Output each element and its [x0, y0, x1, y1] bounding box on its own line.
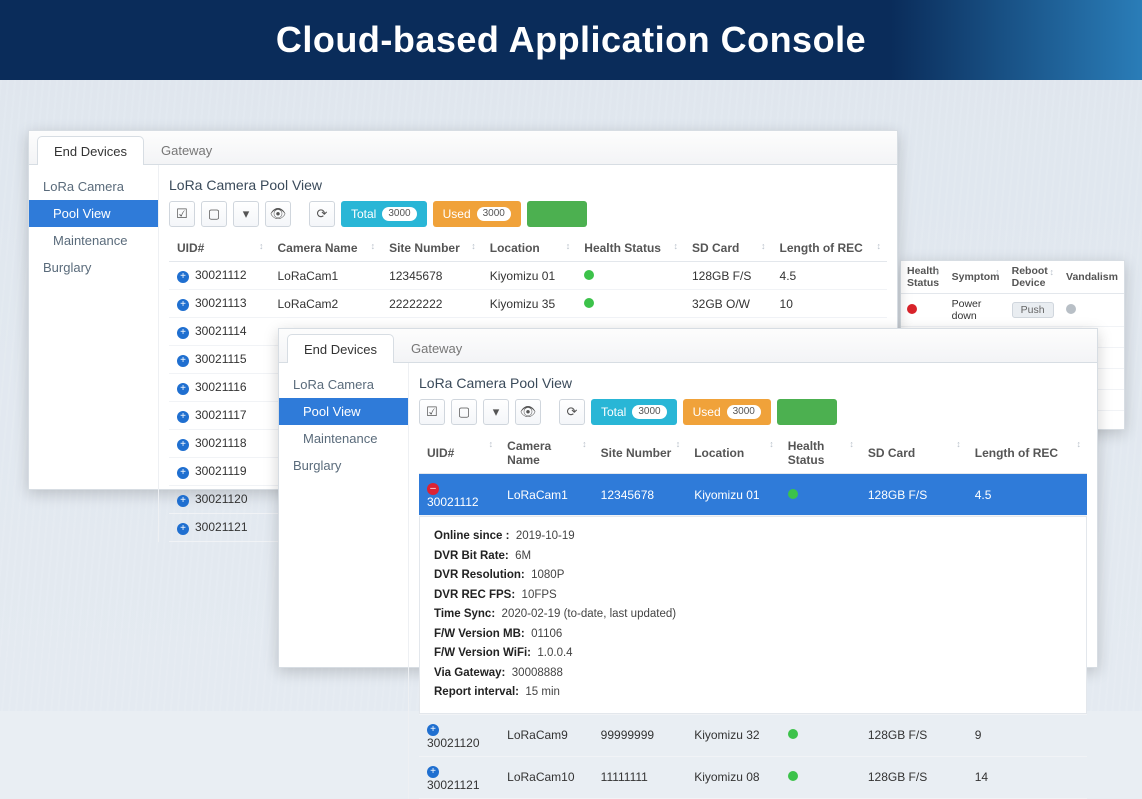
badge-used-front: Used3000: [683, 399, 771, 425]
col-health[interactable]: Health Status↕: [901, 261, 946, 294]
symptom-cell: Power down: [946, 294, 1006, 327]
health-dot-red: [907, 304, 917, 314]
table-row[interactable]: 30021120LoRaCam999999999Kiyomizu 32128GB…: [419, 714, 1087, 756]
select-icon[interactable]: ☑: [419, 399, 445, 425]
col-health[interactable]: Health Status↕: [780, 433, 860, 474]
health-dot: [584, 298, 594, 308]
col-location[interactable]: Location↕: [482, 235, 577, 262]
col-camera[interactable]: Camera Name↕: [269, 235, 381, 262]
sidebar-lora-camera[interactable]: LoRa Camera: [29, 173, 158, 200]
copy-icon[interactable]: ▢: [201, 201, 227, 227]
sidebar-burglary[interactable]: Burglary: [29, 254, 158, 281]
col-vandal[interactable]: Vandalism: [1060, 261, 1124, 294]
sidebar-front: LoRa Camera Pool View Maintenance Burgla…: [279, 363, 409, 799]
page-title: Cloud-based Application Console: [276, 19, 866, 61]
reboot-push-button[interactable]: Push: [1012, 302, 1054, 318]
expand-icon[interactable]: [177, 271, 189, 283]
detail-row: Online since : 2019-10-19 DVR Bit Rate: …: [419, 516, 1087, 715]
collapse-icon[interactable]: [427, 483, 439, 495]
col-camera[interactable]: Camera Name↕: [499, 433, 593, 474]
section-title-front: LoRa Camera Pool View: [419, 375, 1087, 391]
expand-icon[interactable]: [177, 383, 189, 395]
col-location[interactable]: Location↕: [686, 433, 780, 474]
toolbar-front: ☑ ▢ ▾ 👁 ⟳ Total3000 Used3000: [419, 399, 1087, 425]
sidebar: LoRa Camera Pool View Maintenance Burgla…: [29, 165, 159, 542]
health-dot: [584, 270, 594, 280]
copy-icon[interactable]: ▢: [451, 399, 477, 425]
health-dot: [788, 489, 798, 499]
sidebar-maintenance-front[interactable]: Maintenance: [279, 425, 408, 452]
col-sd[interactable]: SD Card↕: [684, 235, 772, 262]
expand-icon[interactable]: [177, 355, 189, 367]
vandalism-dot: [1066, 304, 1076, 314]
refresh-icon[interactable]: ⟳: [309, 201, 335, 227]
tab-end-devices[interactable]: End Devices: [37, 136, 144, 165]
filter-icon[interactable]: ▾: [483, 399, 509, 425]
sidebar-burglary-front[interactable]: Burglary: [279, 452, 408, 479]
col-rec[interactable]: Length of REC↕: [772, 235, 887, 262]
tab-gateway-front[interactable]: Gateway: [394, 333, 479, 362]
table-row[interactable]: 30021112LoRaCam112345678Kiyomizu 01128GB…: [169, 262, 887, 290]
health-dot: [788, 729, 798, 739]
col-symptom[interactable]: Symptom↕: [946, 261, 1006, 294]
sidebar-pool-view[interactable]: Pool View: [29, 200, 158, 227]
view-icon[interactable]: 👁: [265, 201, 291, 227]
expand-icon[interactable]: [427, 766, 439, 778]
detail-box: Online since : 2019-10-19 DVR Bit Rate: …: [419, 516, 1087, 714]
col-rec[interactable]: Length of REC↕: [967, 433, 1087, 474]
device-table-front: UID#↕ Camera Name↕ Site Number↕ Location…: [419, 433, 1087, 799]
expand-icon[interactable]: [177, 467, 189, 479]
col-reboot[interactable]: Reboot Device↕: [1006, 261, 1060, 294]
col-site[interactable]: Site Number↕: [381, 235, 482, 262]
expand-icon[interactable]: [177, 495, 189, 507]
tabbar: End Devices Gateway: [29, 131, 897, 165]
tabbar-front: End Devices Gateway: [279, 329, 1097, 363]
tab-end-devices-front[interactable]: End Devices: [287, 334, 394, 363]
console-window-front: End Devices Gateway LoRa Camera Pool Vie…: [278, 328, 1098, 668]
expand-icon[interactable]: [177, 411, 189, 423]
expand-icon[interactable]: [177, 299, 189, 311]
table-row-selected[interactable]: 30021112 LoRaCam1 12345678 Kiyomizu 01 1…: [419, 474, 1087, 516]
col-sd[interactable]: SD Card↕: [860, 433, 967, 474]
select-icon[interactable]: ☑: [169, 201, 195, 227]
sidebar-lora-camera-front[interactable]: LoRa Camera: [279, 371, 408, 398]
status-row: Power down Push: [901, 294, 1124, 327]
badge-total-front: Total3000: [591, 399, 677, 425]
health-dot: [788, 771, 798, 781]
toolbar: ☑ ▢ ▾ 👁 ⟳ Total3000 Used3000: [169, 201, 887, 227]
refresh-icon[interactable]: ⟳: [559, 399, 585, 425]
tab-gateway[interactable]: Gateway: [144, 135, 229, 164]
badge-progress: [527, 201, 587, 227]
expand-icon[interactable]: [177, 439, 189, 451]
sidebar-maintenance[interactable]: Maintenance: [29, 227, 158, 254]
table-row[interactable]: 30021121LoRaCam1011111111Kiyomizu 08128G…: [419, 756, 1087, 798]
expand-icon[interactable]: [177, 523, 189, 535]
expand-icon[interactable]: [177, 327, 189, 339]
filter-icon[interactable]: ▾: [233, 201, 259, 227]
col-uid[interactable]: UID#↕: [169, 235, 269, 262]
col-health[interactable]: Health Status↕: [576, 235, 684, 262]
badge-progress-front: [777, 399, 837, 425]
sidebar-pool-view-front[interactable]: Pool View: [279, 398, 408, 425]
col-uid[interactable]: UID#↕: [419, 433, 499, 474]
col-site[interactable]: Site Number↕: [593, 433, 687, 474]
view-icon[interactable]: 👁: [515, 399, 541, 425]
expand-icon[interactable]: [427, 724, 439, 736]
badge-used: Used3000: [433, 201, 521, 227]
section-title: LoRa Camera Pool View: [169, 177, 887, 193]
title-bar: Cloud-based Application Console: [0, 0, 1142, 80]
badge-total: Total3000: [341, 201, 427, 227]
table-row[interactable]: 30021113LoRaCam222222222Kiyomizu 3532GB …: [169, 290, 887, 318]
